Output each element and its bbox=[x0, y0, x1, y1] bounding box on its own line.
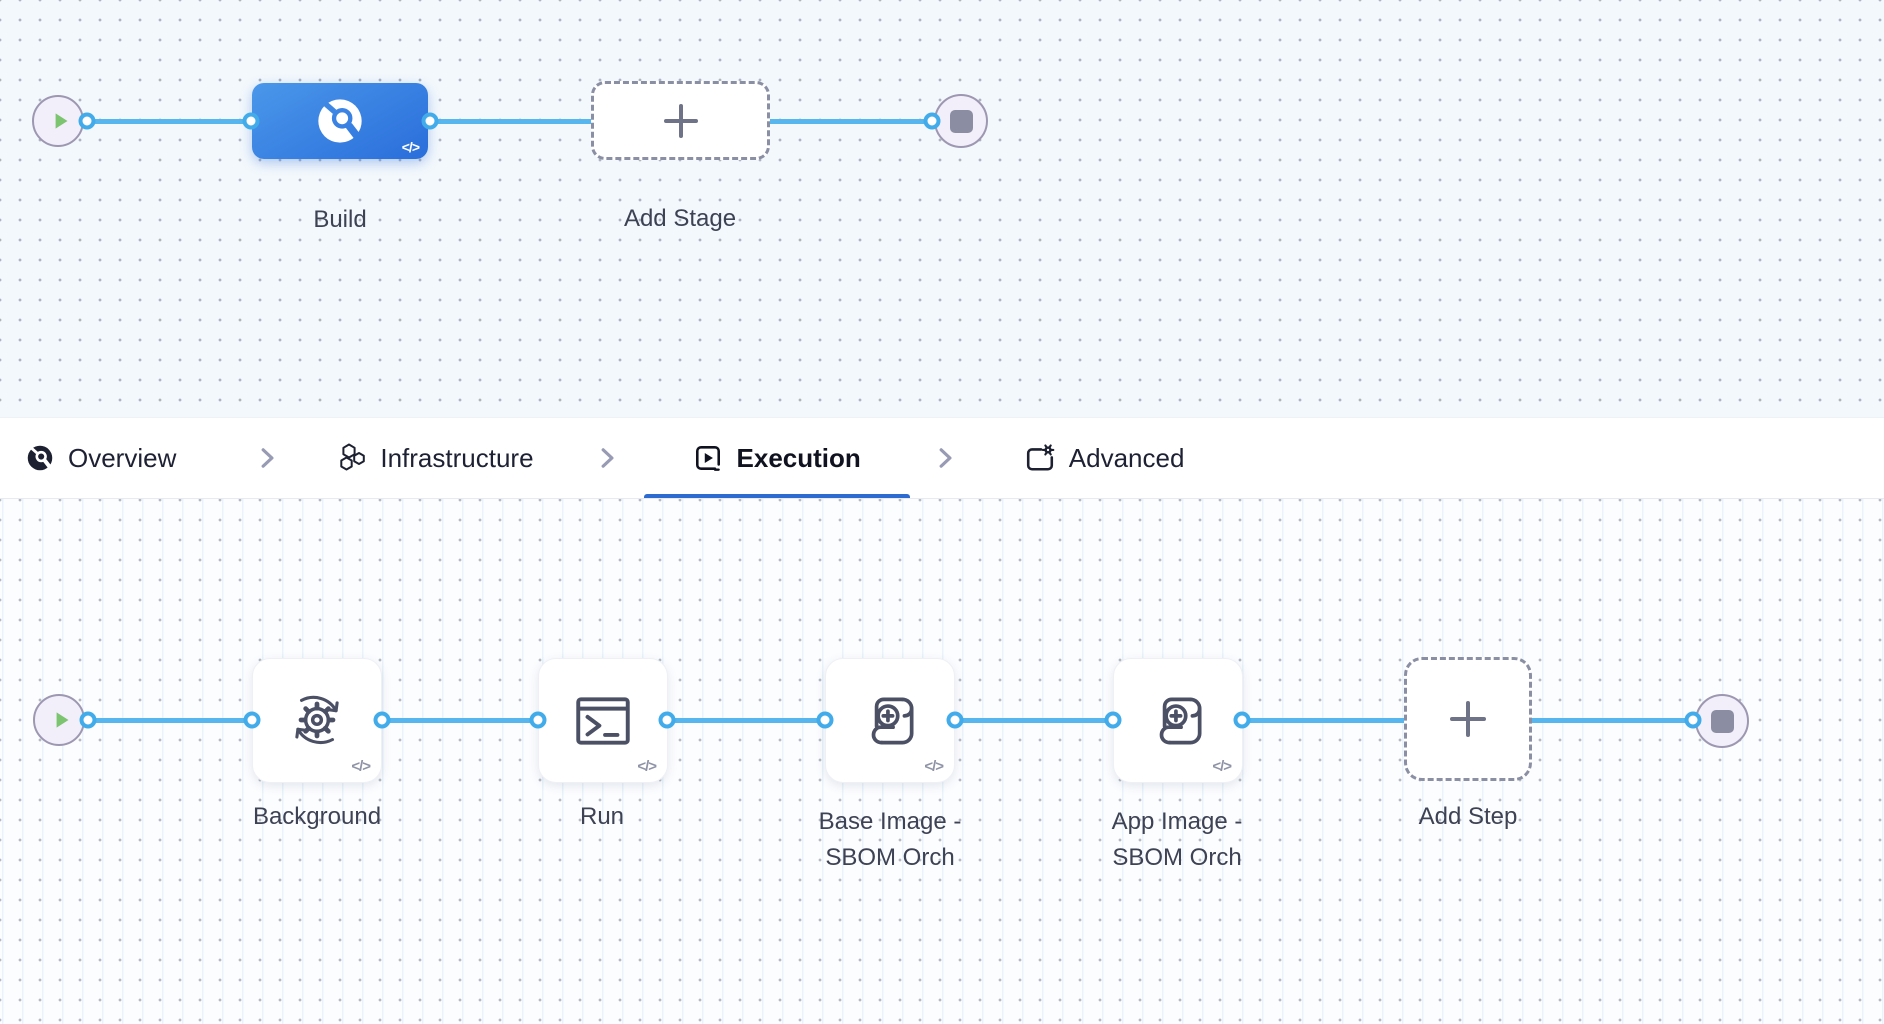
tab-label: Overview bbox=[68, 442, 177, 473]
stage-config-tabbar: Overview Infrastructure Execution Advanc… bbox=[0, 417, 1884, 499]
gear-icon bbox=[1041, 444, 1055, 456]
yaml-code-badge: </> bbox=[351, 758, 371, 775]
tab-execution[interactable]: Execution bbox=[643, 418, 910, 498]
step-node-run[interactable]: </> bbox=[538, 658, 668, 783]
stop-icon bbox=[1710, 709, 1734, 733]
sbom-scroll-icon bbox=[871, 696, 914, 745]
stage-pipeline-canvas[interactable]: </> Build Add Stage bbox=[0, 0, 1884, 417]
chevron-right-icon bbox=[594, 418, 620, 498]
connection-point[interactable] bbox=[78, 112, 96, 130]
add-stage-label: Add Stage bbox=[623, 205, 737, 232]
chevron-right-icon bbox=[254, 418, 280, 498]
step-node-base-image-sbom-orch[interactable]: </> bbox=[825, 658, 955, 783]
tab-infrastructure[interactable]: Infrastructure bbox=[336, 418, 534, 498]
add-stage-node[interactable] bbox=[591, 81, 770, 160]
tab-label: Execution bbox=[736, 442, 861, 473]
yaml-code-badge: </> bbox=[401, 139, 420, 155]
step-label-base-image-sbom-orch: Base Image - SBOM Orch bbox=[818, 808, 962, 871]
step-node-background[interactable]: </> bbox=[252, 658, 382, 783]
step-label-app-image-sbom-orch: App Image - SBOM Orch bbox=[1111, 808, 1243, 871]
connection-point[interactable] bbox=[1104, 711, 1122, 729]
ci-build-icon bbox=[318, 99, 362, 143]
plus-icon bbox=[1450, 701, 1486, 737]
stage-flow-line bbox=[87, 119, 932, 124]
stage-label-build: Build bbox=[313, 206, 367, 233]
ci-overview-icon bbox=[27, 445, 53, 471]
step-node-app-image-sbom-orch[interactable]: </> bbox=[1113, 658, 1243, 783]
execution-steps-canvas[interactable]: </> </> </> </> Background Run Base Imag… bbox=[0, 499, 1884, 1024]
connection-point[interactable] bbox=[79, 711, 97, 729]
pipeline-end-node[interactable] bbox=[934, 94, 988, 148]
connection-point[interactable] bbox=[421, 112, 439, 130]
pipeline-start-node[interactable] bbox=[32, 95, 84, 147]
terminal-run-icon bbox=[576, 696, 630, 745]
hexagons-infrastructure-icon bbox=[340, 443, 366, 471]
connection-point[interactable] bbox=[242, 112, 260, 130]
sbom-scroll-icon bbox=[1159, 696, 1202, 745]
yaml-code-badge: </> bbox=[637, 758, 657, 775]
chevron-right-icon bbox=[932, 418, 958, 498]
stop-icon bbox=[949, 109, 973, 133]
connection-point[interactable] bbox=[658, 711, 676, 729]
play-icon bbox=[56, 712, 68, 728]
connection-point[interactable] bbox=[373, 711, 391, 729]
add-step-label: Add Step bbox=[1418, 803, 1518, 830]
step-label-run: Run bbox=[579, 803, 625, 830]
play-icon bbox=[55, 113, 67, 129]
tab-overview[interactable]: Overview bbox=[26, 418, 176, 498]
connection-point[interactable] bbox=[1684, 711, 1702, 729]
play-square-execution-icon bbox=[695, 446, 720, 471]
add-step-node[interactable] bbox=[1404, 657, 1532, 781]
advanced-settings-icon bbox=[1026, 444, 1055, 471]
execution-end-node[interactable] bbox=[1695, 694, 1749, 748]
connection-point[interactable] bbox=[816, 711, 834, 729]
connection-point[interactable] bbox=[946, 711, 964, 729]
plus-icon bbox=[663, 103, 698, 138]
execution-start-node[interactable] bbox=[33, 694, 85, 746]
connection-point[interactable] bbox=[923, 112, 941, 130]
connection-point[interactable] bbox=[529, 711, 547, 729]
step-label-background: Background bbox=[252, 803, 382, 830]
tab-label: Infrastructure bbox=[380, 442, 534, 473]
background-service-gear-icon bbox=[295, 695, 339, 744]
stage-node-build[interactable]: </> bbox=[252, 83, 428, 159]
tab-label: Advanced bbox=[1068, 442, 1185, 473]
connection-point[interactable] bbox=[1233, 711, 1251, 729]
tab-advanced[interactable]: Advanced bbox=[1025, 418, 1185, 498]
yaml-code-badge: </> bbox=[1212, 758, 1232, 775]
active-tab-underline bbox=[643, 494, 910, 498]
connection-point[interactable] bbox=[243, 711, 261, 729]
yaml-code-badge: </> bbox=[924, 758, 944, 775]
